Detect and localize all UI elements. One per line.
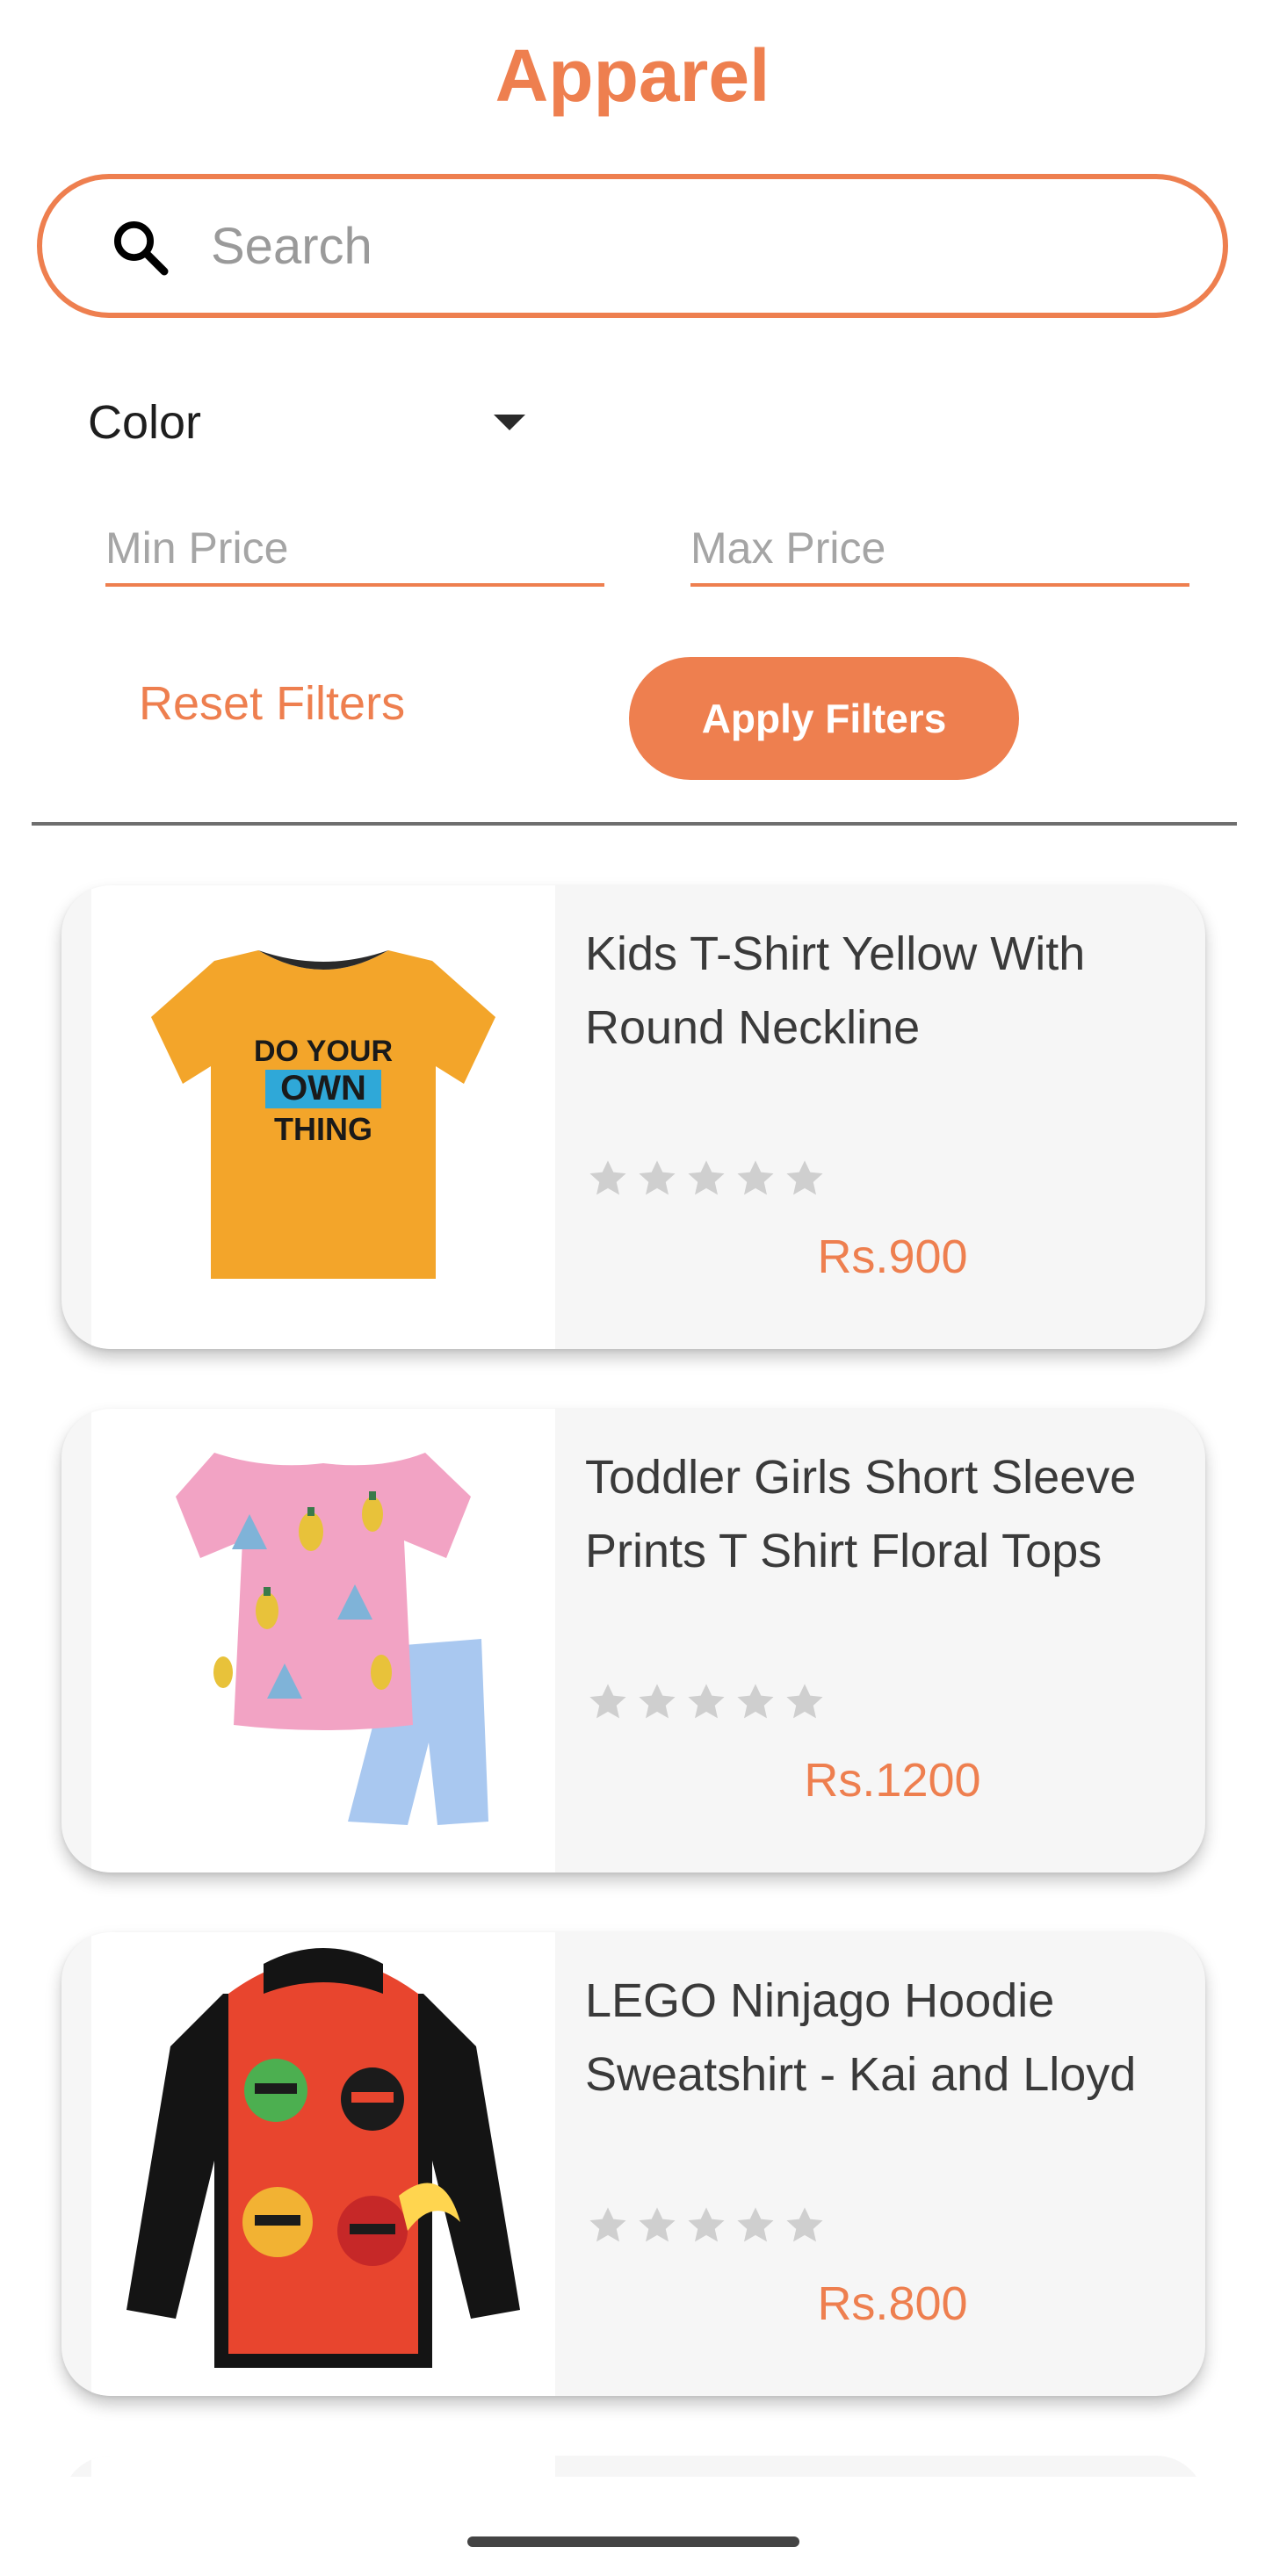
star-icon[interactable] [634, 1679, 680, 1725]
product-card[interactable]: LEGO Ninjago Hoodie Sweatshirt - Kai and… [61, 1932, 1205, 2396]
bottom-bar [0, 2477, 1265, 2576]
product-price: Rs.800 [817, 2277, 968, 2330]
dropdown-caret-icon[interactable] [494, 415, 525, 430]
star-icon[interactable] [782, 1679, 828, 1725]
min-price-input[interactable] [105, 513, 604, 583]
star-icon[interactable] [782, 1156, 828, 1201]
product-image: DO YOUR OWN THING [91, 885, 555, 1349]
max-price-field[interactable] [690, 513, 1189, 587]
yellow-tshirt-image: DO YOUR OWN THING [151, 950, 495, 1279]
product-title: Toddler Girls Short Sleeve Prints T Shir… [585, 1451, 1137, 1577]
page-title: Apparel [495, 34, 770, 117]
home-indicator[interactable] [467, 2536, 799, 2547]
color-dropdown[interactable]: Color [88, 379, 545, 467]
product-title: Kids T-Shirt Yellow With Round Neckline [585, 927, 1086, 1054]
star-icon[interactable] [634, 2203, 680, 2248]
product-info: LEGO Ninjago Hoodie Sweatshirt - Kai and… [585, 1932, 1182, 2396]
star-icon[interactable] [733, 2203, 778, 2248]
star-rating[interactable] [585, 2203, 828, 2252]
apply-filters-button[interactable]: Apply Filters [629, 657, 1019, 780]
star-icon[interactable] [683, 2203, 729, 2248]
star-icon[interactable] [585, 1679, 631, 1725]
star-icon[interactable] [733, 1156, 778, 1201]
tshirt-print-line-1: DO YOUR [254, 1035, 393, 1068]
product-price: Rs.900 [817, 1230, 968, 1283]
star-icon[interactable] [782, 2203, 828, 2248]
star-icon[interactable] [683, 1679, 729, 1725]
ninjago-hoodie-image [126, 1948, 520, 2368]
star-icon[interactable] [634, 1156, 680, 1201]
star-icon[interactable] [733, 1679, 778, 1725]
divider [32, 822, 1237, 826]
star-icon[interactable] [585, 1156, 631, 1201]
star-rating[interactable] [585, 1156, 828, 1205]
product-image [91, 1409, 555, 1872]
floral-top-shorts-image [176, 1453, 488, 1825]
star-rating[interactable] [585, 1679, 828, 1728]
search-icon[interactable] [109, 216, 172, 279]
product-info: Toddler Girls Short Sleeve Prints T Shir… [585, 1409, 1182, 1872]
product-image [91, 1932, 555, 2396]
tshirt-print-line-2: OWN [280, 1069, 366, 1108]
reset-filters-button[interactable]: Reset Filters [139, 676, 405, 731]
product-card[interactable]: Toddler Girls Short Sleeve Prints T Shir… [61, 1409, 1205, 1872]
min-price-field[interactable] [105, 513, 604, 587]
search-input[interactable] [209, 206, 1175, 286]
star-icon[interactable] [585, 2203, 631, 2248]
tshirt-print-line-3: THING [274, 1111, 372, 1147]
product-title: LEGO Ninjago Hoodie Sweatshirt - Kai and… [585, 1974, 1137, 2101]
color-dropdown-label: Color [88, 396, 202, 449]
max-price-input[interactable] [690, 513, 1189, 583]
product-price: Rs.1200 [804, 1754, 981, 1807]
search-bar[interactable] [37, 174, 1228, 318]
product-card[interactable]: DO YOUR OWN THING Kids T-Shirt Yellow Wi… [61, 885, 1205, 1349]
product-info: Kids T-Shirt Yellow With Round Neckline … [585, 885, 1182, 1349]
apparel-screen: Apparel Color Reset Filters Apply Filter… [0, 0, 1265, 2576]
star-icon[interactable] [683, 1156, 729, 1201]
